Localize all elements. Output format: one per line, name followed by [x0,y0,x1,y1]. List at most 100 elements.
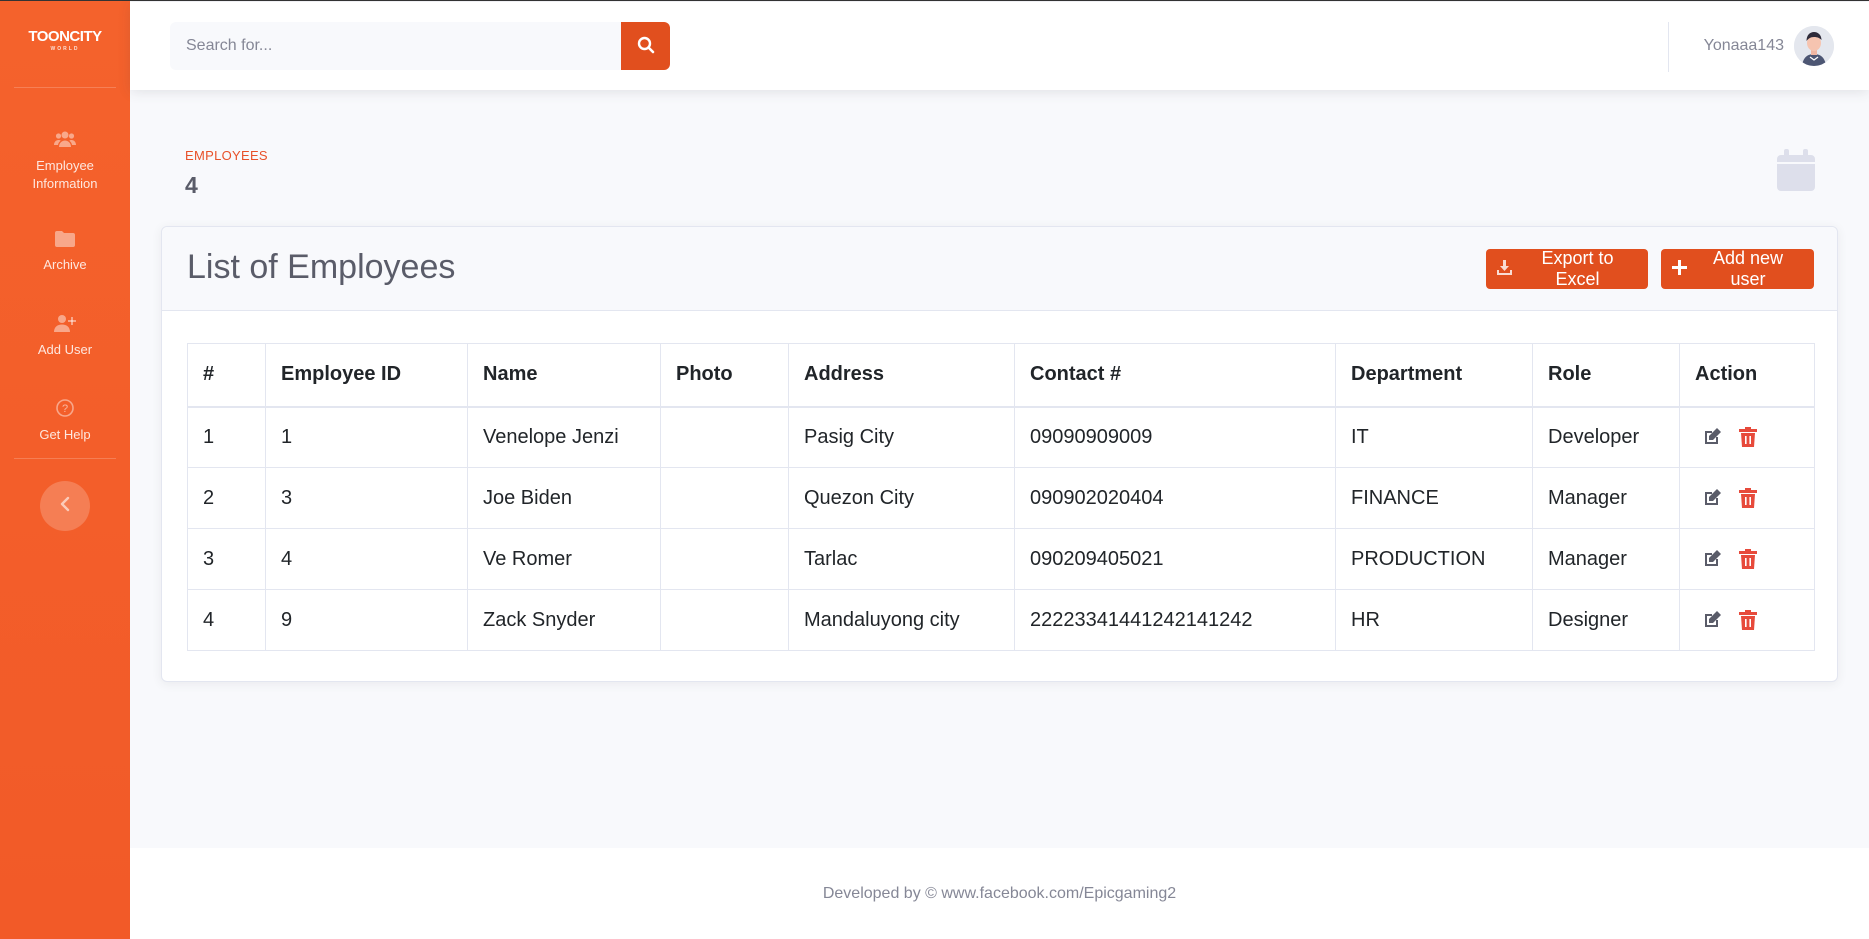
table-row: 2 3 Joe Biden Quezon City 090902020404 F… [187,467,1815,529]
table-row: 4 9 Zack Snyder Mandaluyong city 2222334… [187,589,1815,651]
column-header: Name [467,343,661,408]
employees-stat-value: 4 [185,172,198,198]
cell-employee-id: 1 [265,406,468,468]
question-circle-icon: ? [56,399,74,420]
cell-actions [1679,406,1815,468]
delete-icon[interactable] [1735,607,1761,633]
column-header: Photo [660,343,789,408]
cell-employee-id: 9 [265,589,468,651]
cell-actions [1679,467,1815,529]
column-header: Address [788,343,1015,408]
cell-photo [660,528,789,590]
plus-icon [1672,259,1687,280]
avatar [1794,26,1834,66]
sidebar-item-label: Get Help [39,427,91,442]
sidebar-item-get-help[interactable]: ? Get Help [0,399,130,444]
search-bar [170,22,670,70]
search-icon [637,36,655,57]
calendar-icon [1777,149,1815,196]
sidebar-item-label: Employee Information [32,158,98,191]
table-row: 1 1 Venelope Jenzi Pasig City 0909090900… [187,406,1815,468]
search-button[interactable] [621,22,670,70]
export-to-excel-button[interactable]: Export to Excel [1486,248,1648,289]
cell-employee-id: 4 [265,528,468,590]
sidebar-item-add-user[interactable]: Add User [0,314,130,359]
sidebar-item-archive[interactable]: Archive [0,231,130,274]
cell-role: Developer [1532,406,1680,468]
cell-role: Manager [1532,467,1680,529]
cell-name: Joe Biden [467,467,661,529]
chevron-left-icon [59,496,71,517]
cell-actions [1679,528,1815,590]
employees-card: List of Employees Export to Excel Add ne… [161,226,1838,682]
cell-department: IT [1335,406,1533,468]
cell-address: Tarlac [788,528,1015,590]
cell-photo [660,467,789,529]
delete-icon[interactable] [1735,485,1761,511]
column-header: Employee ID [265,343,468,408]
cell-department: PRODUCTION [1335,528,1533,590]
sidebar-item-label: Add User [37,342,93,357]
footer-credit: Developed by © www.facebook.com/Epicgami… [822,885,1177,902]
table-header-row: # Employee ID Name Photo Address Contact… [187,343,1815,408]
username: Yonaaa143 [1703,37,1784,54]
cell-address: Mandaluyong city [788,589,1015,651]
edit-icon[interactable] [1699,485,1725,511]
edit-icon[interactable] [1699,607,1725,633]
brand-sub: WORLD [50,46,80,52]
delete-icon[interactable] [1735,424,1761,450]
cell-contact: 090902020404 [1014,467,1336,529]
download-icon [1497,259,1512,280]
export-label: Export to Excel [1541,248,1614,289]
sidebar-divider [14,87,116,88]
cell-actions [1679,589,1815,651]
cell-role: Manager [1532,528,1680,590]
cell-name: Ve Romer [467,528,661,590]
cell-contact: 22223341441242141242 [1014,589,1336,651]
cell-photo [660,406,789,468]
cell-contact: 090209405021 [1014,528,1336,590]
add-label: Add new user [1712,248,1784,289]
cell-address: Pasig City [788,406,1015,468]
cell-num: 3 [187,528,266,590]
table-row: 3 4 Ve Romer Tarlac 090209405021 PRODUCT… [187,528,1815,590]
svg-text:?: ? [62,403,68,415]
cell-num: 4 [187,589,266,651]
employees-stat-label: EMPLOYEES [185,148,268,163]
cell-photo [660,589,789,651]
add-new-user-button[interactable]: Add new user [1661,248,1814,289]
cell-department: HR [1335,589,1533,651]
user-menu[interactable]: Yonaaa143 [1704,26,1834,66]
sidebar-item-employee-information[interactable]: Employee Information [0,130,130,193]
folder-icon [55,231,75,250]
sidebar-divider [14,458,116,459]
topbar-divider [1668,22,1669,72]
edit-icon[interactable] [1699,546,1725,572]
column-header: # [187,343,266,408]
footer: Developed by © www.facebook.com/Epicgami… [130,848,1869,939]
cell-name: Zack Snyder [467,589,661,651]
users-icon [54,130,76,151]
cell-department: FINANCE [1335,467,1533,529]
cell-role: Designer [1532,589,1680,651]
search-input[interactable] [170,22,621,70]
employees-table: # Employee ID Name Photo Address Contact… [187,343,1815,651]
brand-logo[interactable]: TOONCITY WORLD [0,1,130,87]
delete-icon[interactable] [1735,546,1761,572]
card-header: List of Employees Export to Excel Add ne… [162,227,1837,311]
cell-address: Quezon City [788,467,1015,529]
cell-num: 2 [187,467,266,529]
brand-name: TOONCITY [28,28,102,45]
cell-contact: 09090909009 [1014,406,1336,468]
cell-employee-id: 3 [265,467,468,529]
edit-icon[interactable] [1699,424,1725,450]
sidebar-item-label: Archive [43,257,87,272]
cell-name: Venelope Jenzi [467,406,661,468]
column-header: Department [1335,343,1533,408]
user-plus-icon [54,314,76,335]
sidebar-toggle-button[interactable] [40,481,90,531]
sidebar: TOONCITY WORLD Employee Information Arch… [0,1,130,939]
column-header: Action [1679,343,1815,408]
cell-num: 1 [187,406,266,468]
column-header: Role [1532,343,1680,408]
